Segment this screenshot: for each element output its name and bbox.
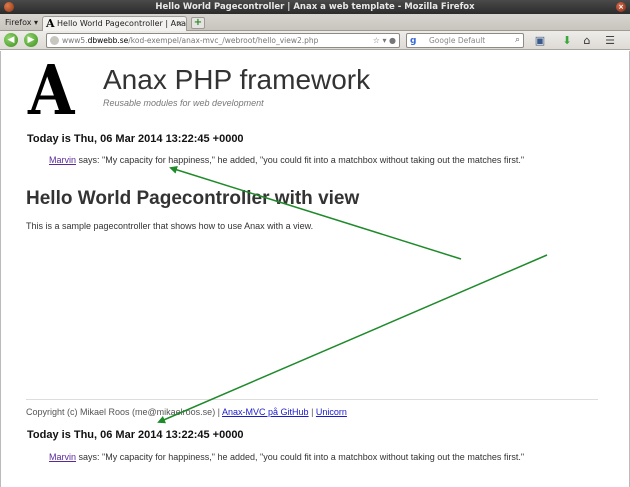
quote-footer: Marvin says: "My capacity for happiness,… (49, 452, 524, 462)
page-text: This is a sample pagecontroller that sho… (26, 221, 314, 231)
footer-unicorn-link[interactable]: Unicorn (316, 407, 347, 417)
anax-logo: A (28, 51, 74, 131)
menu-icon[interactable]: ☰ (600, 33, 620, 48)
site-title: Anax PHP framework (103, 64, 371, 95)
window-close-button[interactable]: × (616, 2, 626, 12)
url-host: dbwebb.se (87, 36, 129, 45)
quote-text-footer: says: "My capacity for happiness," he ad… (76, 452, 525, 462)
footer-copyright: Copyright (c) Mikael Roos (me@mikaelroos… (26, 407, 223, 417)
site-slogan: Reusable modules for web development (103, 98, 264, 108)
home-icon[interactable]: ⌂ (580, 33, 594, 48)
firefox-menu-button[interactable]: Firefox ▾ (2, 16, 41, 29)
tab-close-icon[interactable]: × (176, 17, 183, 31)
url-prefix: www5. (62, 36, 88, 45)
search-input[interactable]: g Google Default ⌕ (406, 33, 524, 48)
navigation-toolbar: ◀ ▶ www5.dbwebb.se/kod-exempel/anax-mvc_… (0, 31, 630, 50)
bookmark-star-icon[interactable]: ☆ ▾ ● (373, 34, 396, 47)
footer: Copyright (c) Mikael Roos (me@mikaelroos… (26, 407, 347, 417)
addon-icon[interactable]: ▣ (532, 33, 548, 48)
url-bar[interactable]: www5.dbwebb.se/kod-exempel/anax-mvc_/web… (46, 33, 400, 48)
google-engine-icon[interactable]: g (410, 35, 416, 47)
anax-favicon-icon: A (46, 17, 55, 30)
footer-divider (26, 399, 598, 400)
window-menu-icon[interactable] (4, 2, 14, 12)
annotation-arrow-top (169, 165, 462, 260)
url-path: /kod-exempel/anax-mvc_/webroot/hello_vie… (128, 36, 319, 45)
footer-separator: | (308, 407, 316, 417)
quote-text: says: "My capacity for happiness," he ad… (76, 155, 525, 165)
quote-author-link[interactable]: Marvin (49, 155, 76, 165)
footer-github-link[interactable]: Anax-MVC på GitHub (222, 407, 309, 417)
annotation-arrow-bottom (157, 254, 548, 424)
search-placeholder: Google Default (429, 36, 486, 45)
tab-label: Hello World Pagecontroller | Ana... (57, 19, 187, 28)
tab-active[interactable]: A Hello World Pagecontroller | Ana... × (42, 16, 187, 31)
search-icon[interactable]: ⌕ (515, 34, 520, 47)
quote-author-link-footer[interactable]: Marvin (49, 452, 76, 462)
forward-button[interactable]: ▶ (24, 33, 38, 47)
today-header: Today is Thu, 06 Mar 2014 13:22:45 +0000 (27, 133, 244, 145)
firefox-menu-label: Firefox (5, 18, 32, 27)
quote: Marvin says: "My capacity for happiness,… (49, 155, 524, 165)
today-footer: Today is Thu, 06 Mar 2014 13:22:45 +0000 (27, 429, 244, 441)
download-icon[interactable]: ⬇ (560, 33, 574, 48)
new-tab-button[interactable]: + (191, 17, 205, 29)
back-button[interactable]: ◀ (4, 33, 18, 47)
window-title: Hello World Pagecontroller | Anax a web … (155, 2, 475, 12)
page-viewport: A Anax PHP framework Reusable modules fo… (0, 51, 630, 487)
site-identity-icon[interactable] (50, 36, 59, 45)
window-titlebar: Hello World Pagecontroller | Anax a web … (0, 0, 630, 14)
tab-bar: Firefox ▾ A Hello World Pagecontroller |… (0, 14, 630, 31)
annotation-arrows (157, 165, 548, 424)
page-title: Hello World Pagecontroller with view (26, 188, 360, 209)
